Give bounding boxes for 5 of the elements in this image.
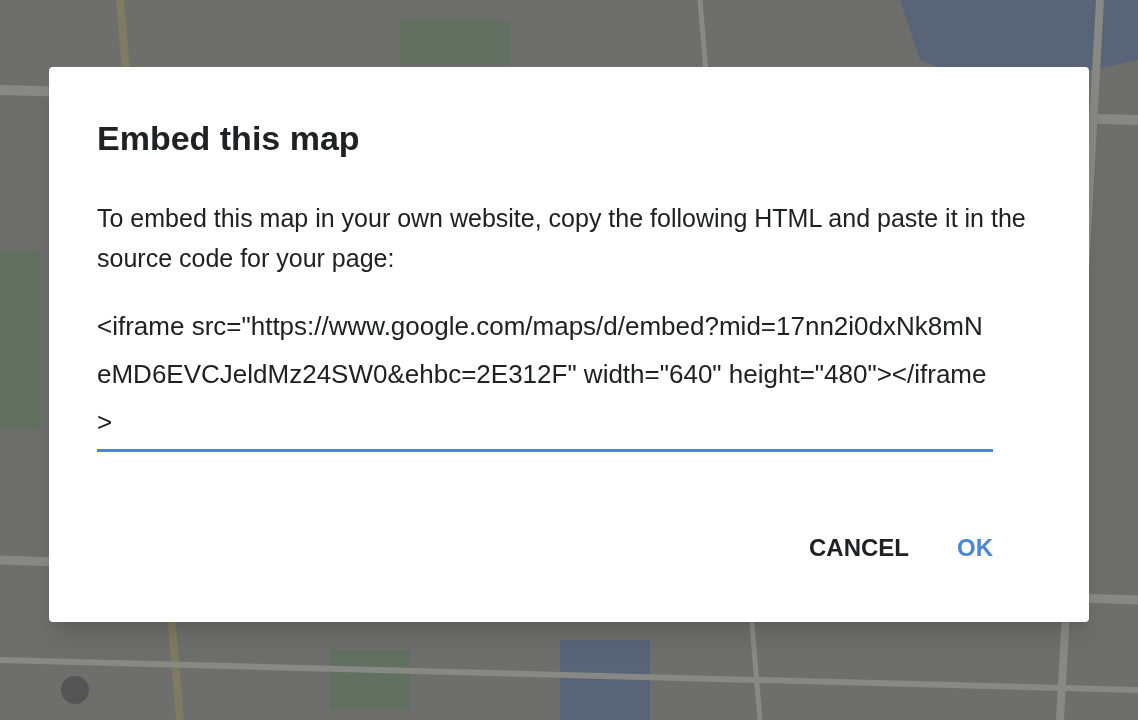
embed-code-field[interactable]: <iframe src="https://www.google.com/maps/d/embed?mid=17nn2i0dxNk8mNeMD6EVCJeldMz24SW0&ehbc=2E312F" width="640" height="480"></iframe>	[97, 301, 993, 452]
dialog-message: To embed this map in your own website, copy the following HTML and paste it in the source code for your page:	[97, 202, 1027, 274]
cancel-button[interactable]: CANCEL	[805, 522, 913, 574]
ok-button[interactable]: OK	[953, 522, 997, 574]
dialog-title: Embed this map	[97, 118, 361, 159]
